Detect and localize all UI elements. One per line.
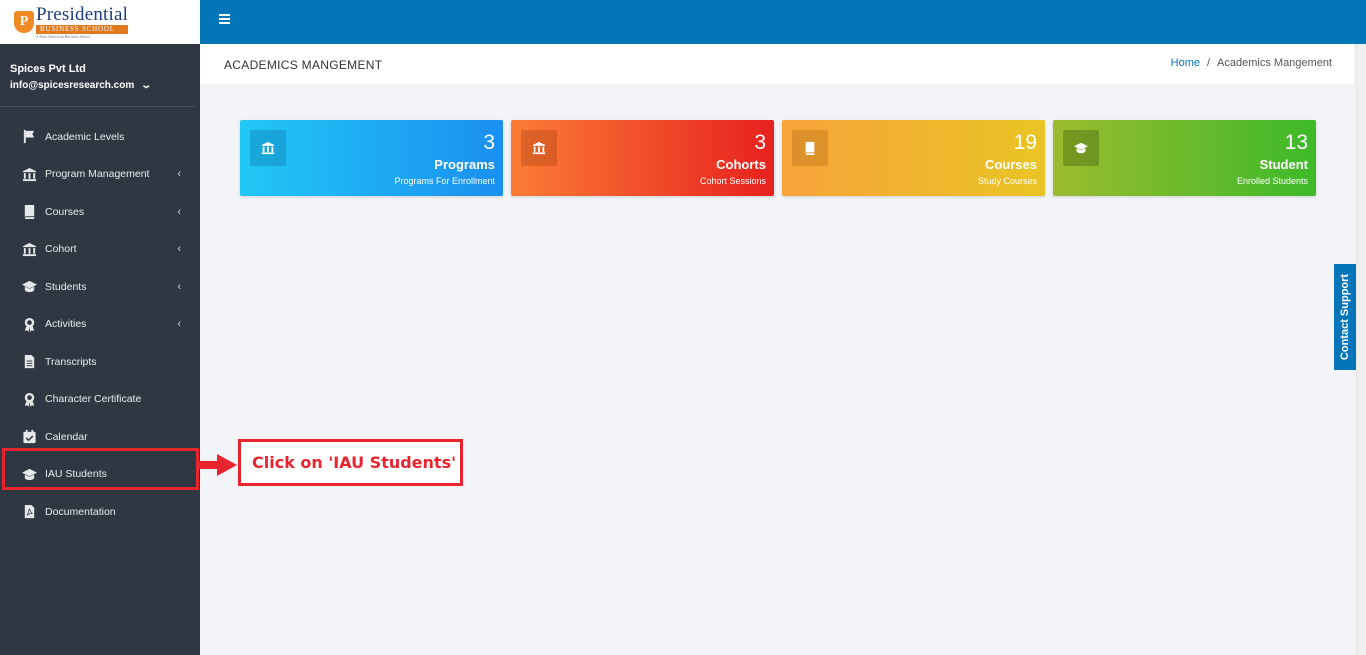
stat-subtitle: Programs For Enrollment <box>394 176 495 186</box>
graduation-cap-icon <box>1063 130 1099 166</box>
user-name: Spices Pvt Ltd <box>10 63 86 75</box>
stat-count: 3 <box>754 131 766 154</box>
chevron-left-icon: ‹ <box>177 243 181 256</box>
sidebar-item-students[interactable]: Students ‹ <box>0 268 200 306</box>
graduation-cap-icon <box>21 279 37 295</box>
stat-count: 13 <box>1284 131 1308 154</box>
bank-icon <box>21 241 37 257</box>
stat-subtitle: Study Courses <box>977 176 1037 186</box>
sidebar-item-activities[interactable]: Activities ‹ <box>0 306 200 344</box>
stat-title: Programs <box>434 157 495 172</box>
breadcrumb-home-link[interactable]: Home <box>1171 57 1200 69</box>
user-menu-toggle[interactable]: info@spicesresearch.com ⌄ <box>10 80 195 91</box>
sidebar-item-cohort[interactable]: Cohort ‹ <box>0 231 200 269</box>
stat-title: Student <box>1259 157 1308 172</box>
stat-card-cohorts[interactable]: 3 Cohorts Cohort Sessions <box>511 120 774 196</box>
chevron-left-icon: ‹ <box>177 205 181 218</box>
stat-subtitle: Cohort Sessions <box>699 176 766 186</box>
logo-subtitle: BUSINESS SCHOOL <box>36 25 129 34</box>
sidebar-item-label: Courses <box>45 205 85 218</box>
annotation-callout: Click on 'IAU Students' <box>238 439 463 486</box>
brand-logo[interactable]: P Presidential BUSINESS SCHOOL A Indo-Am… <box>0 0 200 44</box>
sidebar-item-label: Calendar <box>45 430 88 443</box>
sidebar-item-transcripts[interactable]: Transcripts <box>0 343 200 381</box>
contact-support-label: Contact Support <box>1339 273 1352 361</box>
page-header: ACADEMICS MANGEMENT Home / Academics Man… <box>200 44 1354 84</box>
sidebar-item-label: Program Management <box>45 168 150 181</box>
user-email: info@spicesresearch.com <box>10 80 135 91</box>
sidebar-item-label: Students <box>45 280 87 293</box>
stat-title: Cohorts <box>716 157 766 172</box>
bank-icon <box>21 166 37 182</box>
page-title: ACADEMICS MANGEMENT <box>224 58 383 72</box>
sidebar-item-label: Cohort <box>45 243 77 256</box>
book-icon <box>21 204 37 220</box>
sidebar: P Presidential BUSINESS SCHOOL A Indo-Am… <box>0 0 200 655</box>
hamburger-menu-icon[interactable] <box>219 14 230 24</box>
sidebar-item-academic-levels[interactable]: Academic Levels <box>0 118 200 156</box>
stat-card-students[interactable]: 13 Student Enrolled Students <box>1053 120 1316 196</box>
breadcrumb-separator: / <box>1206 57 1211 69</box>
sidebar-item-label: Transcripts <box>45 355 97 368</box>
bank-icon <box>250 130 286 166</box>
sidebar-item-documentation[interactable]: Documentation <box>0 493 200 531</box>
award-icon <box>21 316 37 332</box>
contact-support-tab[interactable]: Contact Support <box>1334 264 1356 370</box>
page-scrollbar[interactable] <box>1356 44 1366 655</box>
stat-count: 19 <box>1013 131 1037 154</box>
logo-tagline: A Indo-American Business School <box>36 34 91 39</box>
user-panel: Spices Pvt Ltd info@spicesresearch.com ⌄ <box>0 44 195 107</box>
file-pdf-icon <box>21 504 37 520</box>
stat-card-courses[interactable]: 19 Courses Study Courses <box>782 120 1045 196</box>
sidebar-item-label: Documentation <box>45 505 116 518</box>
sidebar-item-label: Academic Levels <box>45 130 125 143</box>
annotation-arrow-icon <box>199 454 237 476</box>
stat-title: Courses <box>984 157 1037 172</box>
calendar-check-icon <box>21 429 37 445</box>
chevron-left-icon: ‹ <box>177 318 181 331</box>
stat-count: 3 <box>483 131 495 154</box>
sidebar-item-character-certificate[interactable]: Character Certificate <box>0 381 200 419</box>
breadcrumb: Home / Academics Mangement <box>1171 57 1332 69</box>
book-icon <box>792 130 828 166</box>
annotation-text: Click on 'IAU Students' <box>252 453 456 472</box>
chevron-left-icon: ‹ <box>177 168 181 181</box>
sidebar-item-label: Character Certificate <box>45 393 142 406</box>
bank-icon <box>521 130 557 166</box>
annotation-highlight-box <box>2 448 199 490</box>
sidebar-item-program-management[interactable]: Program Management ‹ <box>0 156 200 194</box>
logo-mark: P <box>14 11 34 33</box>
logo-title: Presidential <box>36 4 129 25</box>
stat-card-programs[interactable]: 3 Programs Programs For Enrollment <box>240 120 503 196</box>
sidebar-item-label: Activities <box>45 318 87 331</box>
sidebar-item-courses[interactable]: Courses ‹ <box>0 193 200 231</box>
award-icon <box>21 391 37 407</box>
flag-icon <box>21 129 37 145</box>
chevron-left-icon: ‹ <box>177 280 181 293</box>
chevron-down-icon[interactable]: ⌄ <box>141 80 153 91</box>
file-icon <box>21 354 37 370</box>
breadcrumb-current: Academics Mangement <box>1217 57 1332 69</box>
top-navbar <box>200 0 1366 44</box>
stat-subtitle: Enrolled Students <box>1236 176 1308 186</box>
